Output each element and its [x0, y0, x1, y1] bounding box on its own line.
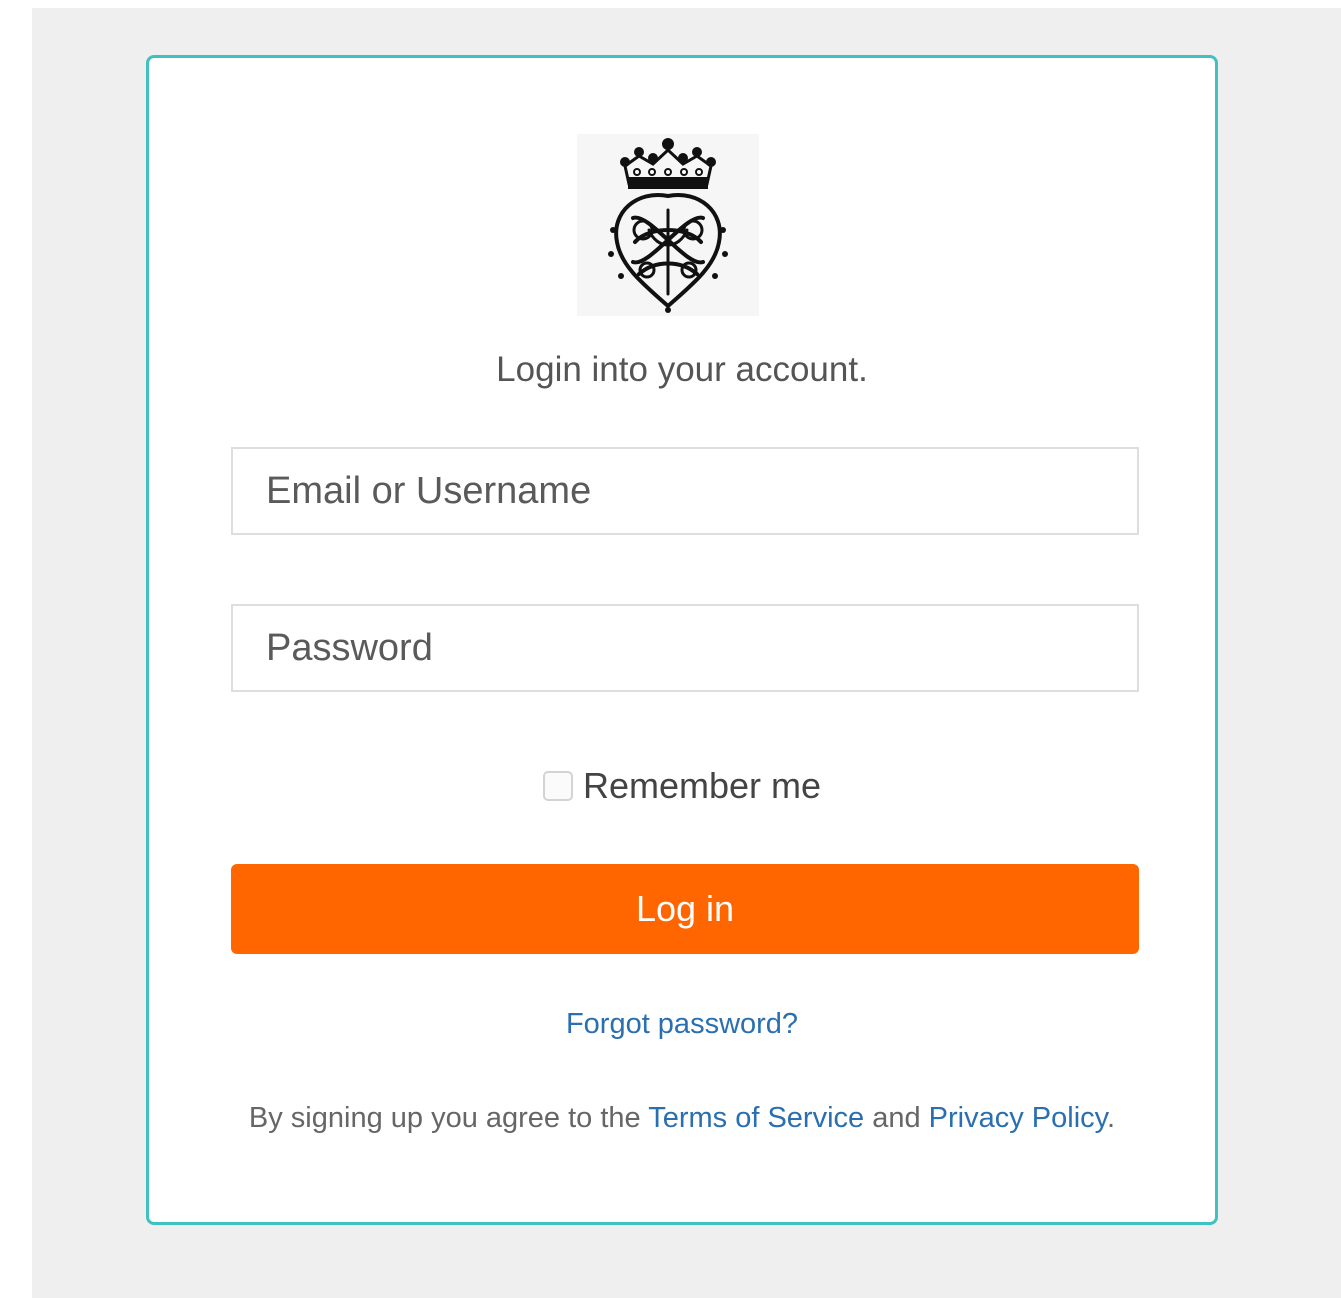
forgot-password-row: Forgot password?: [149, 1008, 1215, 1041]
crown-monogram-seal-logo: [577, 134, 759, 316]
email-username-input[interactable]: [231, 447, 1139, 535]
login-card: Login into your account. Remember me Log…: [146, 55, 1218, 1225]
forgot-password-link[interactable]: Forgot password?: [566, 1008, 798, 1040]
legal-middle-text: and: [864, 1102, 929, 1134]
remember-me-checkbox[interactable]: [543, 771, 573, 801]
password-input[interactable]: [231, 604, 1139, 692]
remember-me-label: Remember me: [583, 765, 822, 806]
legal-prefix-text: By signing up you agree to the: [248, 1102, 649, 1134]
terms-of-service-link[interactable]: Terms of Service: [648, 1102, 864, 1134]
privacy-policy-link[interactable]: Privacy Policy: [929, 1102, 1107, 1134]
remember-me-toggle[interactable]: Remember me: [543, 762, 821, 810]
legal-notice: By signing up you agree to the Terms of …: [149, 1102, 1215, 1135]
legal-suffix-text: .: [1107, 1102, 1116, 1134]
login-heading: Login into your account.: [496, 350, 868, 389]
log-in-button[interactable]: Log in: [231, 864, 1139, 954]
